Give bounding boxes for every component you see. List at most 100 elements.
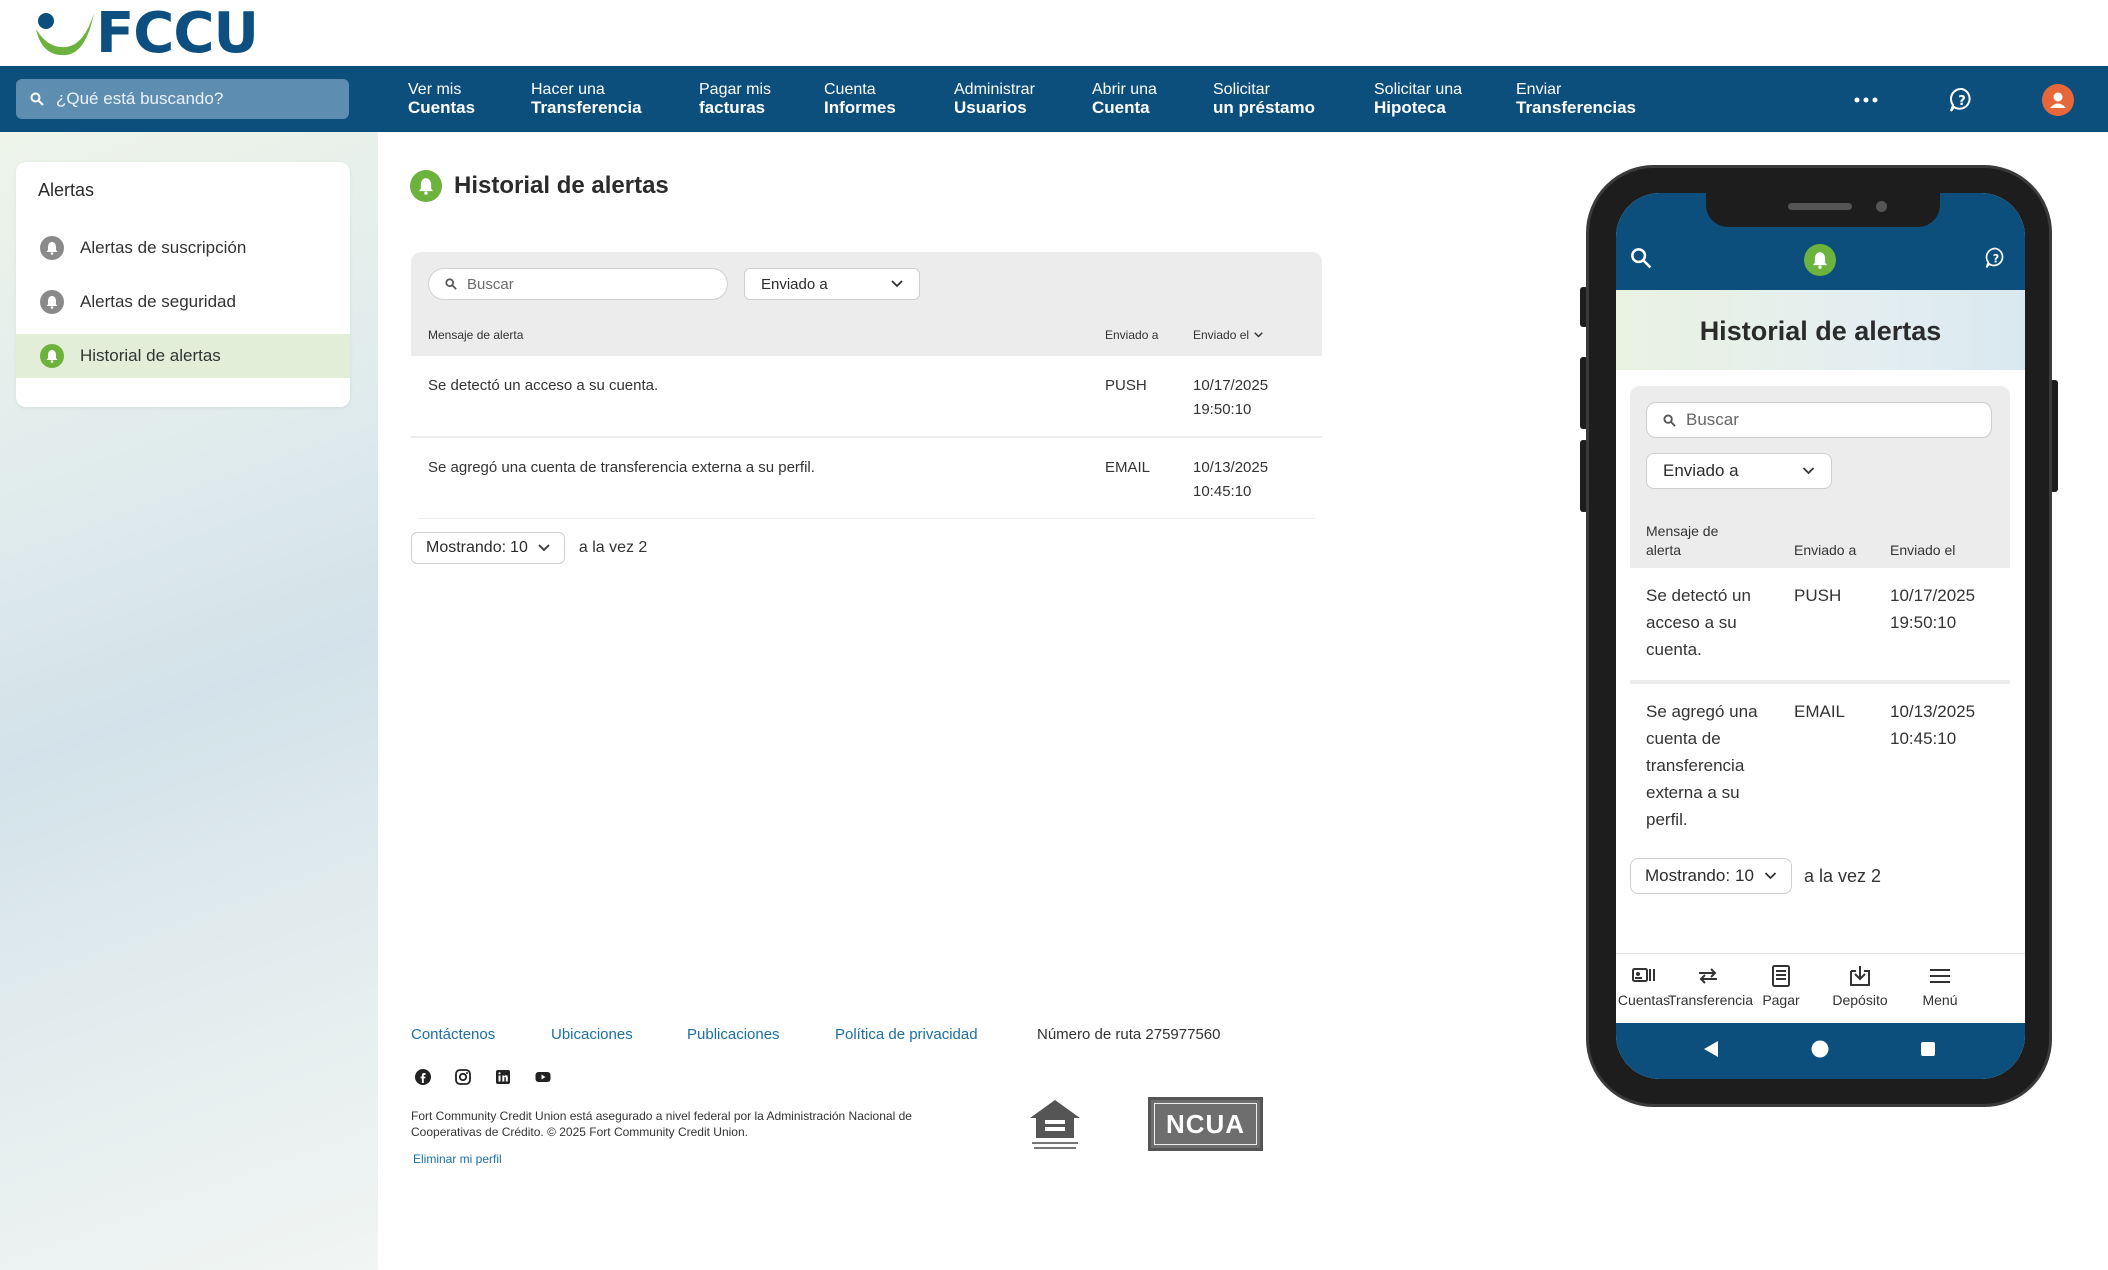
sidebar-title: Alertas [38, 180, 95, 200]
row-message-line: Se agregó una [1646, 702, 1758, 721]
phone-camera [1876, 201, 1887, 212]
page-title: Historial de alertas [454, 172, 669, 199]
nav-pagar-facturas[interactable]: Pagar mis facturas [699, 81, 771, 117]
nav-line1: Solicitar una [1374, 81, 1463, 98]
nav-line2: un préstamo [1213, 98, 1316, 117]
global-search-input[interactable]: ¿Qué está buscando? [16, 79, 349, 119]
tab-label: Depósito [1832, 992, 1888, 1008]
row-time: 19:50:10 [1890, 613, 1957, 632]
nav-line2: Transferencias [1516, 98, 1637, 117]
logo-mark-icon [36, 13, 94, 56]
footer-link-publications[interactable]: Publicaciones [687, 1026, 780, 1043]
linkedin-icon[interactable] [494, 1068, 512, 1086]
nav-transferencia[interactable]: Hacer una Transferencia [531, 81, 642, 117]
column-header-sent-to: Enviado a [1794, 542, 1857, 558]
nav-line1: Enviar [1516, 81, 1562, 98]
row-message-line: Se detectó un [1646, 586, 1751, 605]
tab-transferencia[interactable]: Transferencia [1668, 964, 1753, 1008]
mobile-page-size-select[interactable]: Mostrando: 10 [1630, 858, 1792, 894]
bell-icon [410, 170, 442, 202]
row-time: 10:45:10 [1890, 729, 1957, 748]
svg-text:?: ? [1993, 252, 1999, 265]
column-header-label: Enviado el [1193, 328, 1250, 342]
avatar [2042, 84, 2074, 116]
column-header-sent-on[interactable]: Enviado el [1193, 328, 1263, 342]
sidebar-item-label: Alertas de suscripción [80, 238, 247, 257]
tab-label: Cuentas [1617, 992, 1671, 1008]
page-size-label: Mostrando: [426, 539, 507, 556]
nav-informes[interactable]: Cuenta Informes [824, 81, 896, 117]
tab-deposito[interactable]: Depósito [1820, 964, 1900, 1008]
page-size-select[interactable]: Mostrando: 10 [411, 532, 565, 564]
row-time: 19:50:10 [1193, 401, 1252, 418]
tab-menu[interactable]: Menú [1900, 964, 1980, 1008]
chevron-down-icon [538, 544, 550, 552]
alerts-sidebar: Alertas Alertas de suscripción Alertas d… [16, 162, 350, 407]
chevron-down-icon [891, 280, 903, 288]
sort-chevron-icon [1254, 332, 1263, 338]
nav-prestamo[interactable]: Solicitar un préstamo [1213, 81, 1315, 117]
table-row[interactable]: Se agregó una cuenta de transferencia ex… [1630, 684, 2010, 846]
chevron-down-icon [1764, 872, 1777, 880]
nav-ver-cuentas[interactable]: Ver mis Cuentas [408, 81, 475, 117]
back-icon[interactable] [1702, 1039, 1720, 1059]
sidebar-item-seguridad[interactable]: Alertas de seguridad [16, 280, 350, 324]
android-system-bar [1616, 1023, 2025, 1079]
table-search-input[interactable]: Buscar [428, 268, 728, 300]
deposit-icon [1820, 964, 1900, 988]
mobile-page-title: Historial de alertas [1699, 316, 1942, 346]
instagram-icon[interactable] [454, 1068, 472, 1086]
nav-line2: Informes [824, 98, 896, 117]
nav-usuarios[interactable]: Administrar Usuarios [954, 81, 1035, 117]
help-chat-icon[interactable]: ? [1947, 85, 1977, 115]
table-row[interactable]: Se agregó una cuenta de transferencia ex… [411, 438, 1322, 518]
fccu-logo[interactable]: FCCU [32, 6, 259, 62]
table-row[interactable]: Se detectó un acceso a su cuenta. PUSH 1… [411, 356, 1322, 436]
more-icon[interactable] [1851, 85, 1881, 115]
user-avatar-icon[interactable] [2042, 84, 2074, 116]
sidebar-item-historial[interactable]: Historial de alertas [16, 334, 350, 378]
menu-icon [1900, 964, 1980, 988]
nav-line1: Ver mis [408, 81, 462, 98]
nav-line1: Solicitar [1213, 81, 1270, 98]
column-header-line: alerta [1646, 542, 1682, 558]
nav-line1: Pagar mis [699, 81, 772, 98]
sidebar-item-suscripcion[interactable]: Alertas de suscripción [16, 226, 350, 270]
mobile-sent-to-filter[interactable]: Enviado a [1646, 453, 1832, 489]
help-chat-icon[interactable]: ? [1984, 246, 2008, 270]
footer-link-contact[interactable]: Contáctenos [411, 1026, 495, 1043]
equal-housing-logo-icon [1030, 1100, 1080, 1149]
nav-line1: Administrar [954, 81, 1035, 98]
row-message-line: cuenta. [1646, 640, 1702, 659]
tab-pagar[interactable]: Pagar [1741, 964, 1821, 1008]
mobile-tab-bar: Cuentas Transferencia Pagar Depósito Men… [1616, 953, 2025, 1023]
ncua-logo: NCUA [1148, 1097, 1263, 1151]
search-icon[interactable] [1630, 247, 1652, 269]
delete-profile-link[interactable]: Eliminar mi perfil [413, 1152, 502, 1166]
sent-to-filter[interactable]: Enviado a [744, 268, 920, 300]
search-placeholder: ¿Qué está buscando? [56, 89, 224, 108]
sidebar-item-label: Historial de alertas [80, 346, 221, 365]
search-placeholder: Buscar [467, 275, 514, 293]
pay-icon [1741, 964, 1821, 988]
home-icon[interactable] [1810, 1039, 1830, 1059]
mobile-search-input[interactable]: Buscar [1646, 402, 1992, 438]
youtube-icon[interactable] [534, 1068, 552, 1086]
nav-line1: Abrir una [1092, 81, 1157, 98]
column-header-sent-to: Enviado a [1105, 328, 1159, 342]
facebook-icon[interactable] [414, 1068, 432, 1086]
footer-link-locations[interactable]: Ubicaciones [551, 1026, 633, 1043]
bell-icon [40, 344, 64, 368]
footer-link-privacy[interactable]: Política de privacidad [835, 1026, 978, 1043]
page-header: Historial de alertas [410, 170, 669, 202]
mobile-screen: ? Historial de alertas Buscar Enviado a … [1616, 193, 2025, 1079]
tab-label: Menú [1922, 992, 1958, 1008]
nav-enviar-transferencias[interactable]: Enviar Transferencias [1516, 81, 1636, 117]
page-size-suffix: a la vez 2 [578, 539, 648, 556]
recents-icon[interactable] [1920, 1041, 1936, 1057]
nav-hipoteca[interactable]: Solicitar una Hipoteca [1374, 81, 1462, 117]
table-row[interactable]: Se detectó un acceso a su cuenta. PUSH 1… [1630, 568, 2010, 680]
ncua-text: NCUA [1154, 1103, 1257, 1145]
row-sent-to: EMAIL [1105, 459, 1151, 476]
nav-abrir-cuenta[interactable]: Abrir una Cuenta [1092, 81, 1157, 117]
